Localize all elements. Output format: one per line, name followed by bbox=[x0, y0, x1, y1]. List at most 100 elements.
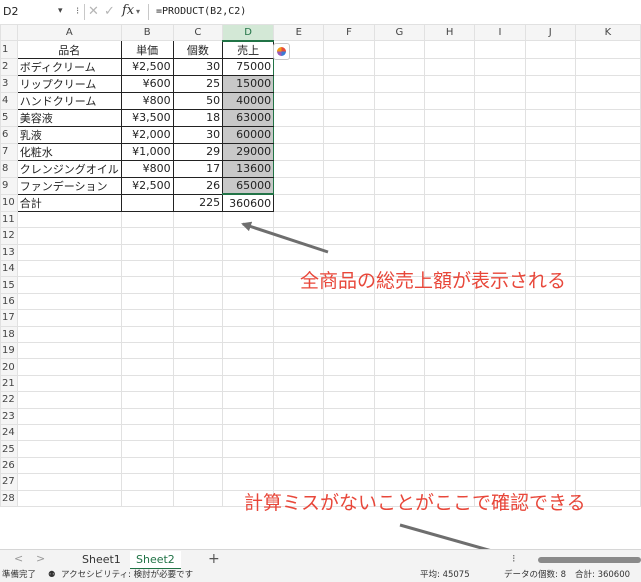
cell[interactable] bbox=[424, 423, 476, 442]
cell[interactable] bbox=[424, 227, 476, 245]
row-header[interactable]: 12 bbox=[0, 227, 18, 245]
table-cell[interactable]: ¥2,500 bbox=[120, 57, 174, 76]
cell[interactable] bbox=[574, 193, 641, 212]
cell[interactable] bbox=[273, 108, 325, 127]
cell[interactable] bbox=[273, 456, 325, 475]
cell[interactable] bbox=[172, 309, 224, 327]
cell[interactable] bbox=[120, 489, 174, 507]
cell[interactable] bbox=[273, 358, 325, 376]
cell[interactable] bbox=[424, 176, 476, 195]
row-header[interactable]: 18 bbox=[0, 325, 18, 344]
next-sheet-icon[interactable]: > bbox=[36, 552, 45, 565]
cell[interactable] bbox=[273, 374, 325, 393]
cell[interactable] bbox=[524, 456, 576, 475]
cell[interactable] bbox=[474, 243, 526, 262]
cell[interactable] bbox=[574, 325, 641, 344]
cell[interactable] bbox=[16, 325, 122, 344]
cell[interactable] bbox=[474, 193, 526, 212]
cell[interactable] bbox=[424, 193, 476, 212]
cell[interactable] bbox=[16, 276, 122, 294]
cell[interactable] bbox=[323, 358, 375, 376]
cell[interactable] bbox=[524, 292, 576, 311]
cell[interactable] bbox=[16, 456, 122, 475]
cell[interactable] bbox=[16, 440, 122, 458]
cell[interactable] bbox=[323, 243, 375, 262]
cell[interactable] bbox=[323, 423, 375, 442]
cell[interactable] bbox=[474, 358, 526, 376]
more-options-icon[interactable]: ⁝ bbox=[76, 4, 79, 20]
column-header[interactable]: G bbox=[373, 23, 426, 42]
cell[interactable] bbox=[524, 391, 576, 409]
cell[interactable] bbox=[424, 142, 476, 161]
cell[interactable] bbox=[373, 125, 426, 144]
cell[interactable] bbox=[120, 342, 174, 360]
selected-cell[interactable]: 60000 bbox=[222, 125, 275, 144]
cell[interactable] bbox=[222, 227, 275, 245]
cell[interactable] bbox=[323, 74, 375, 93]
table-cell[interactable]: 30 bbox=[172, 125, 224, 144]
cell[interactable] bbox=[474, 456, 526, 475]
cell[interactable] bbox=[273, 210, 325, 229]
cell[interactable] bbox=[16, 358, 122, 376]
cell[interactable] bbox=[120, 423, 174, 442]
cell[interactable] bbox=[273, 176, 325, 195]
row-header[interactable]: 4 bbox=[0, 91, 18, 110]
cell[interactable] bbox=[222, 391, 275, 409]
cell[interactable] bbox=[373, 358, 426, 376]
cell[interactable] bbox=[524, 309, 576, 327]
cell[interactable] bbox=[172, 440, 224, 458]
cell[interactable] bbox=[16, 391, 122, 409]
cell[interactable] bbox=[574, 142, 641, 161]
cell[interactable] bbox=[524, 440, 576, 458]
cell[interactable] bbox=[273, 142, 325, 161]
cell[interactable] bbox=[574, 74, 641, 93]
cell[interactable] bbox=[120, 440, 174, 458]
table-cell[interactable]: ¥2,500 bbox=[120, 176, 174, 195]
cancel-icon[interactable]: ✕ bbox=[88, 2, 99, 21]
cell[interactable] bbox=[16, 374, 122, 393]
cell[interactable] bbox=[574, 108, 641, 127]
cell[interactable] bbox=[474, 227, 526, 245]
cell[interactable] bbox=[574, 456, 641, 475]
table-cell[interactable]: ハンドクリーム bbox=[16, 91, 122, 110]
enter-icon[interactable]: ✓ bbox=[104, 2, 115, 21]
accessibility-status[interactable]: アクセシビリティ: 検討が必要です bbox=[61, 569, 193, 582]
cell[interactable] bbox=[172, 423, 224, 442]
cell[interactable] bbox=[474, 292, 526, 311]
cell[interactable] bbox=[323, 342, 375, 360]
cell[interactable] bbox=[424, 57, 476, 76]
cell[interactable] bbox=[524, 125, 576, 144]
column-header[interactable]: A bbox=[16, 23, 122, 42]
cell[interactable] bbox=[574, 423, 641, 442]
cell[interactable] bbox=[373, 193, 426, 212]
cell[interactable] bbox=[524, 40, 576, 59]
cell[interactable] bbox=[424, 391, 476, 409]
cell[interactable] bbox=[373, 391, 426, 409]
column-header[interactable]: I bbox=[474, 23, 526, 42]
column-header[interactable]: F bbox=[323, 23, 375, 42]
table-cell[interactable]: 18 bbox=[172, 108, 224, 127]
cell[interactable] bbox=[474, 309, 526, 327]
row-header[interactable]: 28 bbox=[0, 489, 18, 507]
cell[interactable] bbox=[574, 57, 641, 76]
table-cell[interactable]: ¥800 bbox=[120, 159, 174, 178]
column-header[interactable]: D bbox=[222, 23, 275, 42]
cell[interactable] bbox=[172, 276, 224, 294]
cell[interactable] bbox=[574, 91, 641, 110]
cell[interactable] bbox=[373, 325, 426, 344]
cell[interactable] bbox=[373, 57, 426, 76]
cell[interactable] bbox=[474, 40, 526, 59]
selected-cell[interactable]: 65000 bbox=[222, 176, 275, 196]
cell[interactable] bbox=[16, 243, 122, 262]
cell[interactable] bbox=[273, 91, 325, 110]
selected-cell[interactable]: 15000 bbox=[222, 74, 275, 93]
cell[interactable] bbox=[424, 159, 476, 178]
cell[interactable] bbox=[574, 210, 641, 229]
cell[interactable] bbox=[120, 243, 174, 262]
add-sheet-button[interactable]: + bbox=[208, 550, 220, 568]
table-cell[interactable]: ¥3,500 bbox=[120, 108, 174, 127]
cell[interactable] bbox=[16, 210, 122, 229]
cell[interactable] bbox=[222, 423, 275, 442]
row-header[interactable]: 22 bbox=[0, 391, 18, 409]
cell[interactable] bbox=[222, 407, 275, 425]
